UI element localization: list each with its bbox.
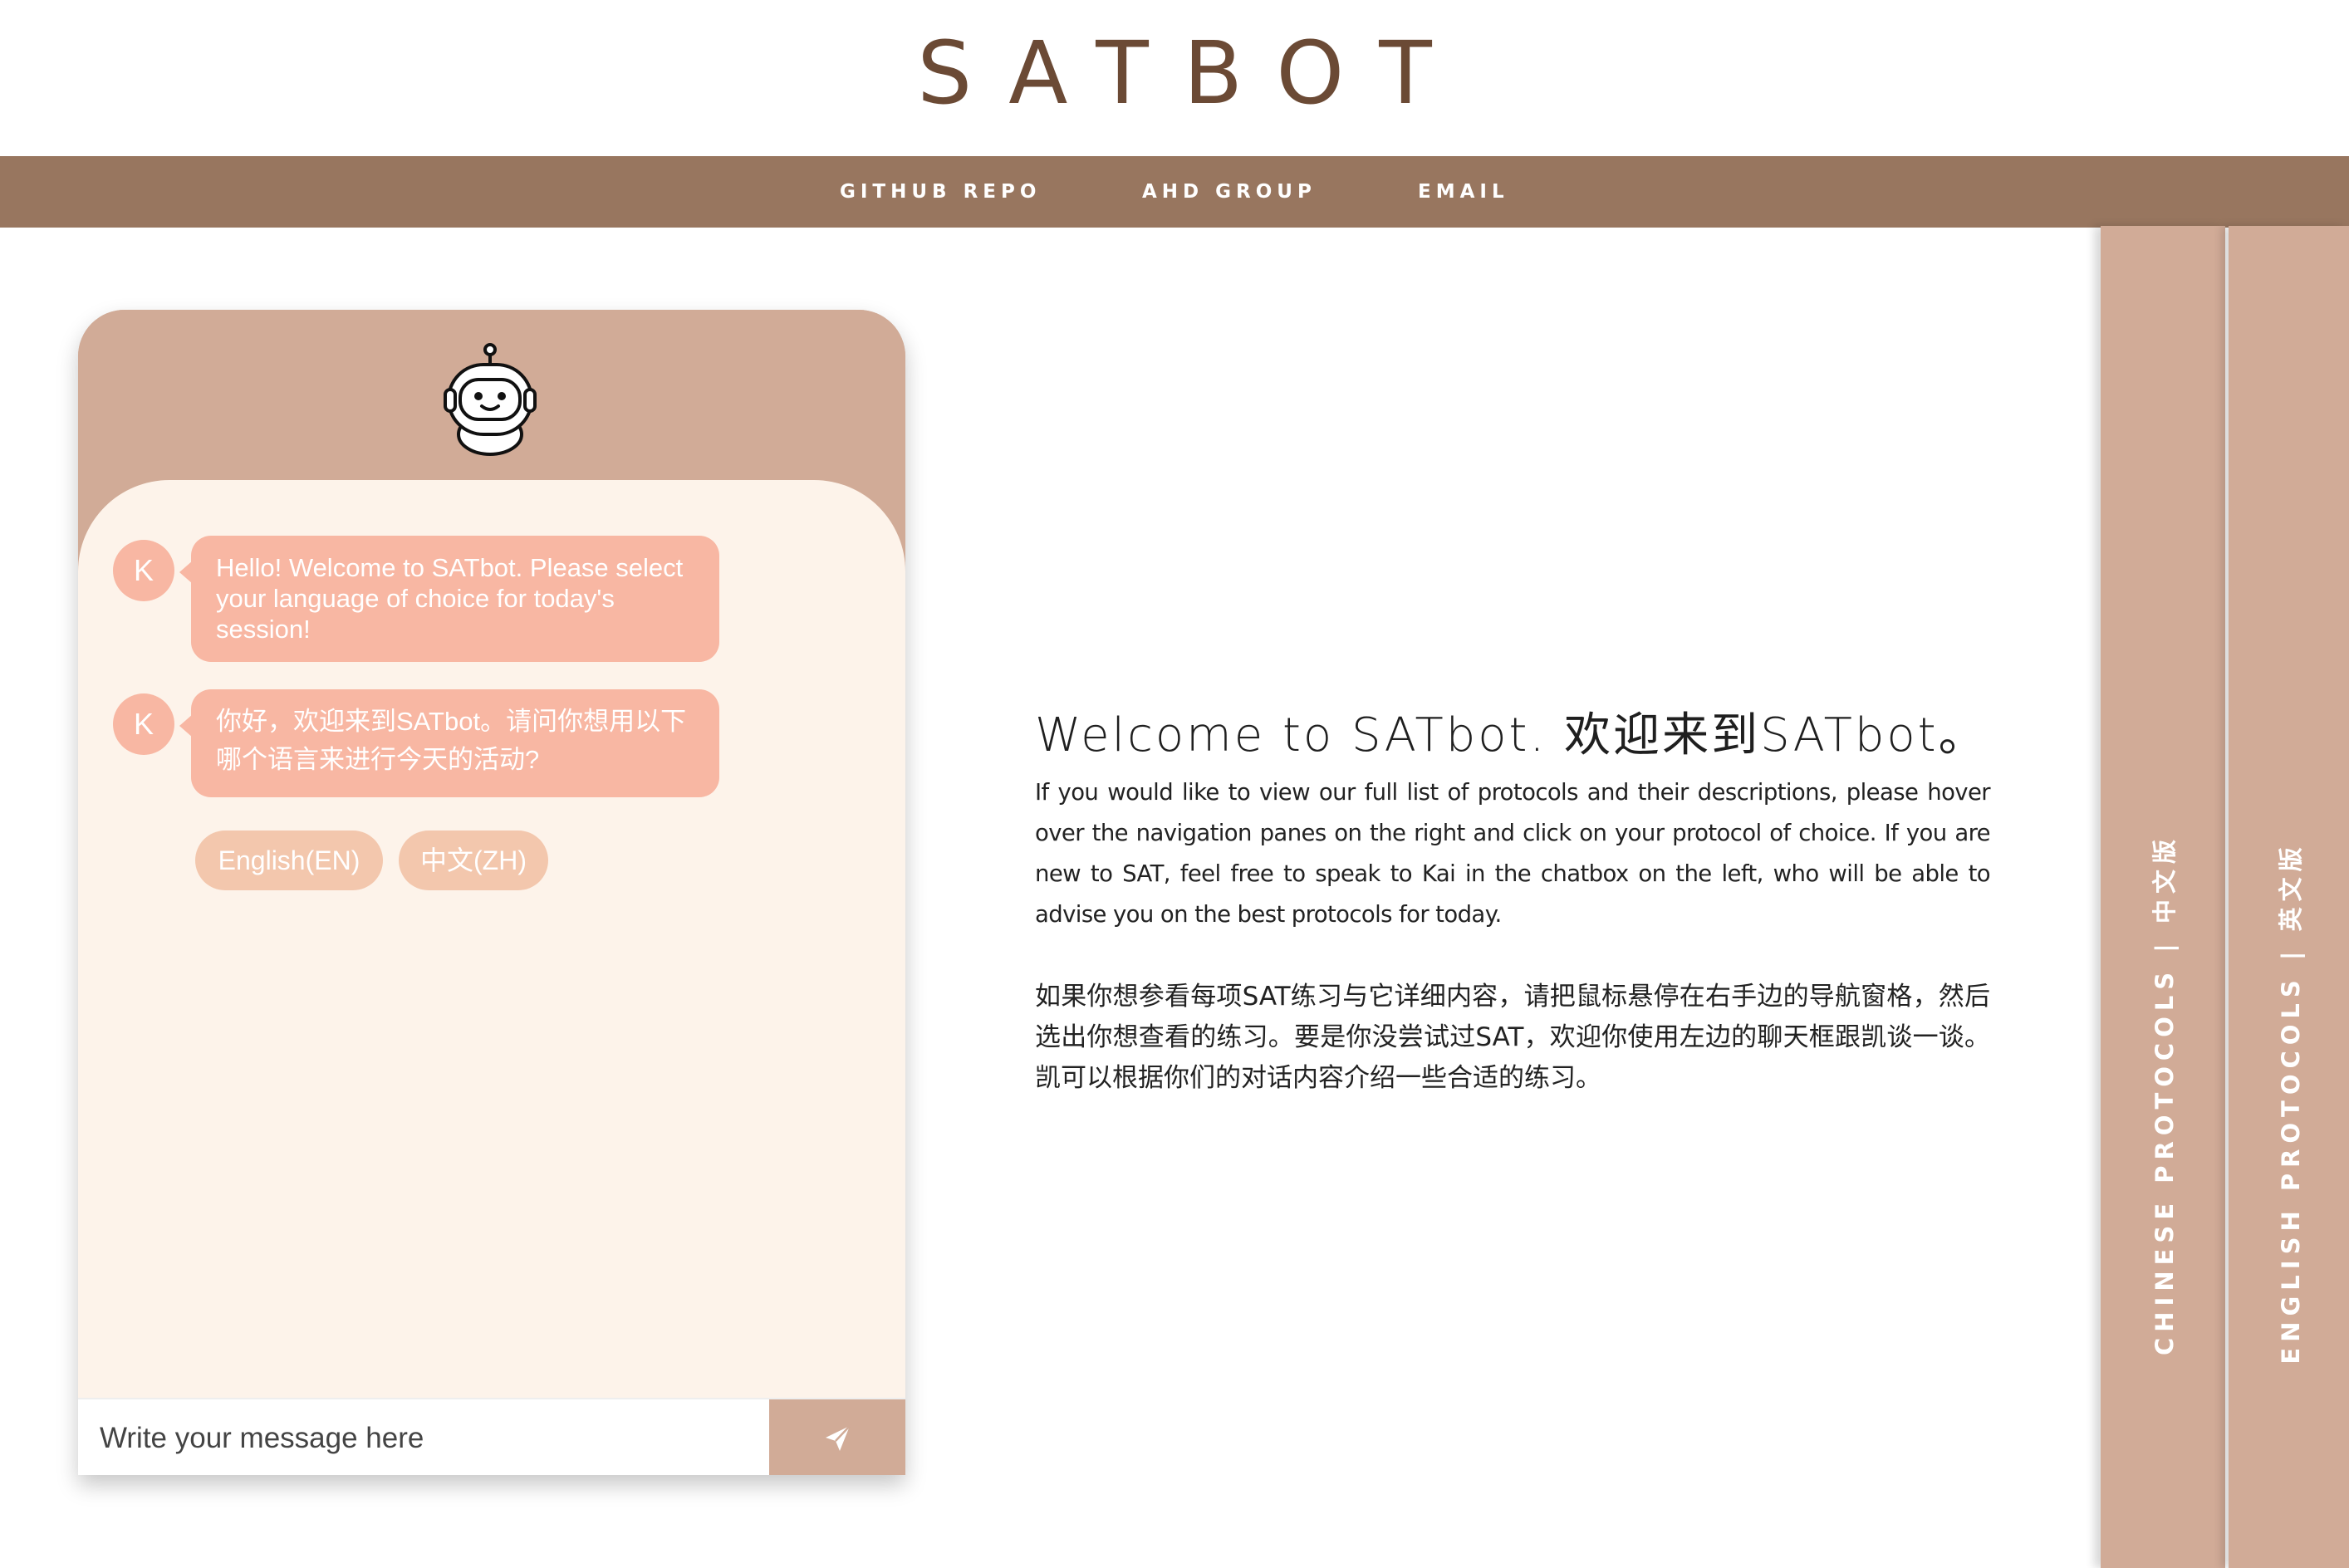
robot-icon bbox=[444, 343, 537, 456]
message-input[interactable] bbox=[78, 1399, 767, 1475]
chatbox: K Hello! Welcome to SATbot. Please selec… bbox=[78, 310, 905, 1475]
english-protocols-tab[interactable]: ENGLISH PROTOCOLS | 英文版 bbox=[2229, 226, 2349, 1568]
nav-link-github-repo[interactable]: GITHUB REPO bbox=[840, 156, 1041, 228]
nav-link-ahd-group[interactable]: AHD GROUP bbox=[1142, 156, 1317, 228]
send-button[interactable] bbox=[769, 1399, 905, 1475]
welcome-title: Welcome to SATbot. 欢迎来到SATbot。 bbox=[1035, 708, 1988, 762]
top-navbar: GITHUB REPO AHD GROUP EMAIL bbox=[0, 156, 2349, 228]
chinese-choice-button[interactable]: 中文(ZH) bbox=[399, 831, 548, 890]
message-input-row bbox=[78, 1398, 905, 1475]
chinese-protocols-tab[interactable]: CHINESE PROTOCOLS | 中文版 bbox=[2101, 226, 2225, 1568]
bot-avatar: K bbox=[113, 540, 174, 601]
bot-message-bubble: 你好，欢迎来到SATbot。请问你想用以下哪个语言来进行今天的活动? bbox=[179, 689, 719, 797]
english-choice-button[interactable]: English(EN) bbox=[195, 831, 383, 890]
paper-plane-icon bbox=[826, 1425, 851, 1451]
english-protocols-label: ENGLISH PROTOCOLS | 英文版 bbox=[2276, 841, 2305, 1365]
chinese-protocols-label: CHINESE PROTOCOLS | 中文版 bbox=[2150, 834, 2179, 1355]
welcome-paragraph-zh: 如果你想参看每项SAT练习与它详细内容，请把鼠标悬停在右手边的导航窗格，然后选出… bbox=[1035, 982, 1990, 1093]
welcome-paragraph-en: If you would like to view our full list … bbox=[1035, 779, 1991, 928]
nav-link-email[interactable]: EMAIL bbox=[1418, 156, 1509, 228]
chat-messages[interactable]: K Hello! Welcome to SATbot. Please selec… bbox=[78, 480, 905, 1398]
bot-avatar: K bbox=[113, 693, 174, 755]
bot-message-bubble: Hello! Welcome to SATbot. Please select … bbox=[179, 536, 719, 662]
site-logo: SATBOT bbox=[917, 22, 1467, 124]
